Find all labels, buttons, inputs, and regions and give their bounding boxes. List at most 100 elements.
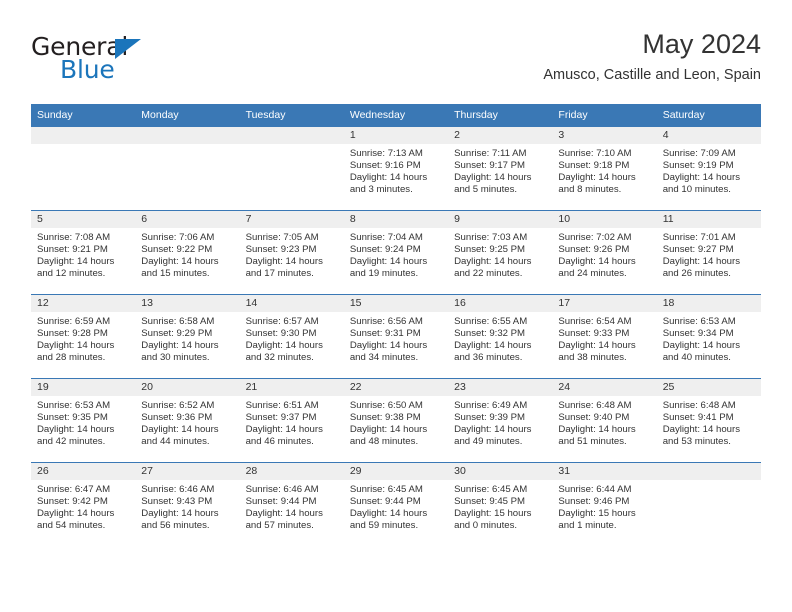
weekday-header-sunday: Sunday <box>31 104 136 127</box>
calendar-day-cell[interactable]: 23 Sunrise: 6:49 AM Sunset: 9:39 PM Dayligh… <box>448 378 553 463</box>
sunset-time: Sunset: 9:34 PM <box>662 327 734 339</box>
sunrise-time: Sunrise: 6:46 AM <box>245 484 319 495</box>
calendar-day-cell[interactable]: 1 Sunrise: 7:13 AM Sunset: 9:16 PM Daylight… <box>343 126 449 211</box>
weekday-header-friday: Friday <box>552 104 657 127</box>
daylight-duration-line2: and 8 minutes. <box>558 183 622 195</box>
daylight-duration-line2: and 59 minutes. <box>349 519 419 531</box>
day-number: 19 <box>31 379 136 396</box>
calendar-day-cell[interactable]: 20 Sunrise: 6:52 AM Sunset: 9:36 PM Dayligh… <box>135 378 240 463</box>
calendar-week-row: 1 Sunrise: 7:13 AM Sunset: 9:16 PM Daylight… <box>31 126 761 211</box>
sunset-time: Sunset: 9:19 PM <box>662 159 734 171</box>
daylight-duration-line1: Daylight: 14 hours <box>245 507 323 519</box>
sunrise-time: Sunrise: 7:06 AM <box>141 232 215 243</box>
daylight-duration-line2: and 12 minutes. <box>37 267 106 279</box>
day-details: Sunrise: 7:04 AM Sunset: 9:24 PM Daylight:… <box>344 228 448 280</box>
daylight-duration-line1: Daylight: 14 hours <box>349 339 428 351</box>
calendar-day-cell[interactable]: 26 Sunrise: 6:47 AM Sunset: 9:42 PM Dayligh… <box>31 462 136 546</box>
calendar-day-cell[interactable]: 22 Sunrise: 6:50 AM Sunset: 9:38 PM Dayligh… <box>343 378 449 463</box>
calendar-day-cell-empty <box>31 126 136 211</box>
calendar-day-cell[interactable]: 7 Sunrise: 7:05 AM Sunset: 9:23 PM Daylight… <box>239 210 344 295</box>
day-number: 8 <box>343 211 449 228</box>
calendar-day-cell[interactable]: 15 Sunrise: 6:56 AM Sunset: 9:31 PM Dayligh… <box>343 294 449 379</box>
day-details: Sunrise: 6:48 AM Sunset: 9:40 PM Daylight:… <box>552 396 656 448</box>
sunset-time: Sunset: 9:46 PM <box>558 495 630 507</box>
day-details: Sunrise: 7:09 AM Sunset: 9:19 PM Daylight:… <box>657 144 761 196</box>
calendar-day-cell[interactable]: 3 Sunrise: 7:10 AM Sunset: 9:18 PM Daylight… <box>552 126 657 211</box>
day-number: 20 <box>135 379 240 396</box>
calendar-day-cell[interactable]: 6 Sunrise: 7:06 AM Sunset: 9:22 PM Daylight… <box>135 210 240 295</box>
daylight-duration-line1: Daylight: 14 hours <box>662 171 741 183</box>
daylight-duration-line1: Daylight: 14 hours <box>349 171 428 183</box>
sunrise-time: Sunrise: 6:58 AM <box>141 316 215 327</box>
daylight-duration-line1: Daylight: 14 hours <box>37 339 115 351</box>
day-details: Sunrise: 7:06 AM Sunset: 9:22 PM Daylight:… <box>135 228 239 280</box>
day-number: 29 <box>343 463 449 480</box>
daylight-duration-line2: and 54 minutes. <box>37 519 106 531</box>
logo-text-blue: Blue <box>60 55 115 84</box>
calendar-day-cell[interactable]: 31 Sunrise: 6:44 AM Sunset: 9:46 PM Dayligh… <box>552 462 657 546</box>
daylight-duration-line2: and 24 minutes. <box>558 267 627 279</box>
calendar-page: General Blue May 2024 Amusco, Castille a… <box>0 0 792 612</box>
day-number: 23 <box>448 379 553 396</box>
calendar-day-cell[interactable]: 24 Sunrise: 6:48 AM Sunset: 9:40 PM Dayligh… <box>552 378 657 463</box>
calendar-day-cell[interactable]: 4 Sunrise: 7:09 AM Sunset: 9:19 PM Daylight… <box>656 126 761 211</box>
calendar-day-cell-empty <box>656 462 761 546</box>
calendar-day-cell[interactable]: 25 Sunrise: 6:48 AM Sunset: 9:41 PM Dayligh… <box>656 378 761 463</box>
sunset-time: Sunset: 9:26 PM <box>558 243 630 255</box>
calendar-day-cell[interactable]: 12 Sunrise: 6:59 AM Sunset: 9:28 PM Dayligh… <box>31 294 136 379</box>
daylight-duration-line2: and 36 minutes. <box>454 351 523 363</box>
daylight-duration-line1: Daylight: 14 hours <box>558 255 636 267</box>
general-blue-logo: General Blue <box>31 32 241 90</box>
sunrise-time: Sunrise: 6:45 AM <box>454 484 528 495</box>
day-number: 10 <box>552 211 657 228</box>
daylight-duration-line1: Daylight: 14 hours <box>662 339 741 351</box>
calendar-day-cell[interactable]: 11 Sunrise: 7:01 AM Sunset: 9:27 PM Dayligh… <box>656 210 761 295</box>
calendar-day-cell[interactable]: 18 Sunrise: 6:53 AM Sunset: 9:34 PM Dayligh… <box>656 294 761 379</box>
sunset-time: Sunset: 9:23 PM <box>245 243 317 255</box>
calendar-day-cell[interactable]: 9 Sunrise: 7:03 AM Sunset: 9:25 PM Daylight… <box>448 210 553 295</box>
daylight-duration-line1: Daylight: 14 hours <box>558 339 636 351</box>
day-number: 3 <box>552 127 657 144</box>
day-number: 24 <box>552 379 657 396</box>
calendar-day-cell[interactable]: 10 Sunrise: 7:02 AM Sunset: 9:26 PM Dayligh… <box>552 210 657 295</box>
sunrise-time: Sunrise: 6:49 AM <box>454 400 528 411</box>
daylight-duration-line2: and 5 minutes. <box>454 183 518 195</box>
calendar-day-cell[interactable]: 17 Sunrise: 6:54 AM Sunset: 9:33 PM Dayligh… <box>552 294 657 379</box>
day-details: Sunrise: 6:49 AM Sunset: 9:39 PM Daylight:… <box>448 396 552 448</box>
daylight-duration-line2: and 3 minutes. <box>349 183 413 195</box>
calendar-day-cell[interactable]: 28 Sunrise: 6:46 AM Sunset: 9:44 PM Dayligh… <box>239 462 344 546</box>
calendar-day-cell[interactable]: 27 Sunrise: 6:46 AM Sunset: 9:43 PM Dayligh… <box>135 462 240 546</box>
sunrise-time: Sunrise: 6:53 AM <box>662 316 736 327</box>
daylight-duration-line2: and 42 minutes. <box>37 435 106 447</box>
calendar-day-cell[interactable]: 21 Sunrise: 6:51 AM Sunset: 9:37 PM Dayligh… <box>239 378 344 463</box>
sunset-time: Sunset: 9:32 PM <box>454 327 526 339</box>
day-details: Sunrise: 7:08 AM Sunset: 9:21 PM Daylight:… <box>31 228 135 280</box>
sunset-time: Sunset: 9:31 PM <box>349 327 421 339</box>
logo-triangle-icon <box>115 39 141 59</box>
day-number: 31 <box>552 463 657 480</box>
sunrise-time: Sunrise: 6:48 AM <box>558 400 632 411</box>
sunrise-time: Sunrise: 7:05 AM <box>245 232 319 243</box>
calendar-day-cell[interactable]: 13 Sunrise: 6:58 AM Sunset: 9:29 PM Dayligh… <box>135 294 240 379</box>
calendar-day-cell[interactable]: 29 Sunrise: 6:45 AM Sunset: 9:44 PM Dayligh… <box>343 462 449 546</box>
sunset-time: Sunset: 9:44 PM <box>349 495 421 507</box>
day-number: 13 <box>135 295 240 312</box>
day-number: 27 <box>135 463 240 480</box>
sunset-time: Sunset: 9:33 PM <box>558 327 630 339</box>
calendar-day-cell[interactable]: 30 Sunrise: 6:45 AM Sunset: 9:45 PM Dayligh… <box>448 462 553 546</box>
daylight-duration-line2: and 26 minutes. <box>662 267 731 279</box>
calendar-day-cell[interactable]: 19 Sunrise: 6:53 AM Sunset: 9:35 PM Dayligh… <box>31 378 136 463</box>
sunrise-time: Sunrise: 7:09 AM <box>662 148 736 159</box>
calendar-day-cell[interactable]: 2 Sunrise: 7:11 AM Sunset: 9:17 PM Daylight… <box>448 126 553 211</box>
calendar-day-cell[interactable]: 14 Sunrise: 6:57 AM Sunset: 9:30 PM Dayligh… <box>239 294 344 379</box>
daylight-duration-line1: Daylight: 14 hours <box>454 171 532 183</box>
calendar-week-row: 12 Sunrise: 6:59 AM Sunset: 9:28 PM Dayligh… <box>31 294 761 379</box>
sunset-time: Sunset: 9:16 PM <box>349 159 421 171</box>
calendar-day-cell[interactable]: 8 Sunrise: 7:04 AM Sunset: 9:24 PM Daylight… <box>343 210 449 295</box>
daylight-duration-line2: and 49 minutes. <box>454 435 523 447</box>
calendar-day-cell[interactable]: 16 Sunrise: 6:55 AM Sunset: 9:32 PM Dayligh… <box>448 294 553 379</box>
daylight-duration-line1: Daylight: 14 hours <box>141 507 219 519</box>
sunrise-time: Sunrise: 6:51 AM <box>245 400 319 411</box>
daylight-duration-line2: and 30 minutes. <box>141 351 210 363</box>
calendar-day-cell[interactable]: 5 Sunrise: 7:08 AM Sunset: 9:21 PM Daylight… <box>31 210 136 295</box>
